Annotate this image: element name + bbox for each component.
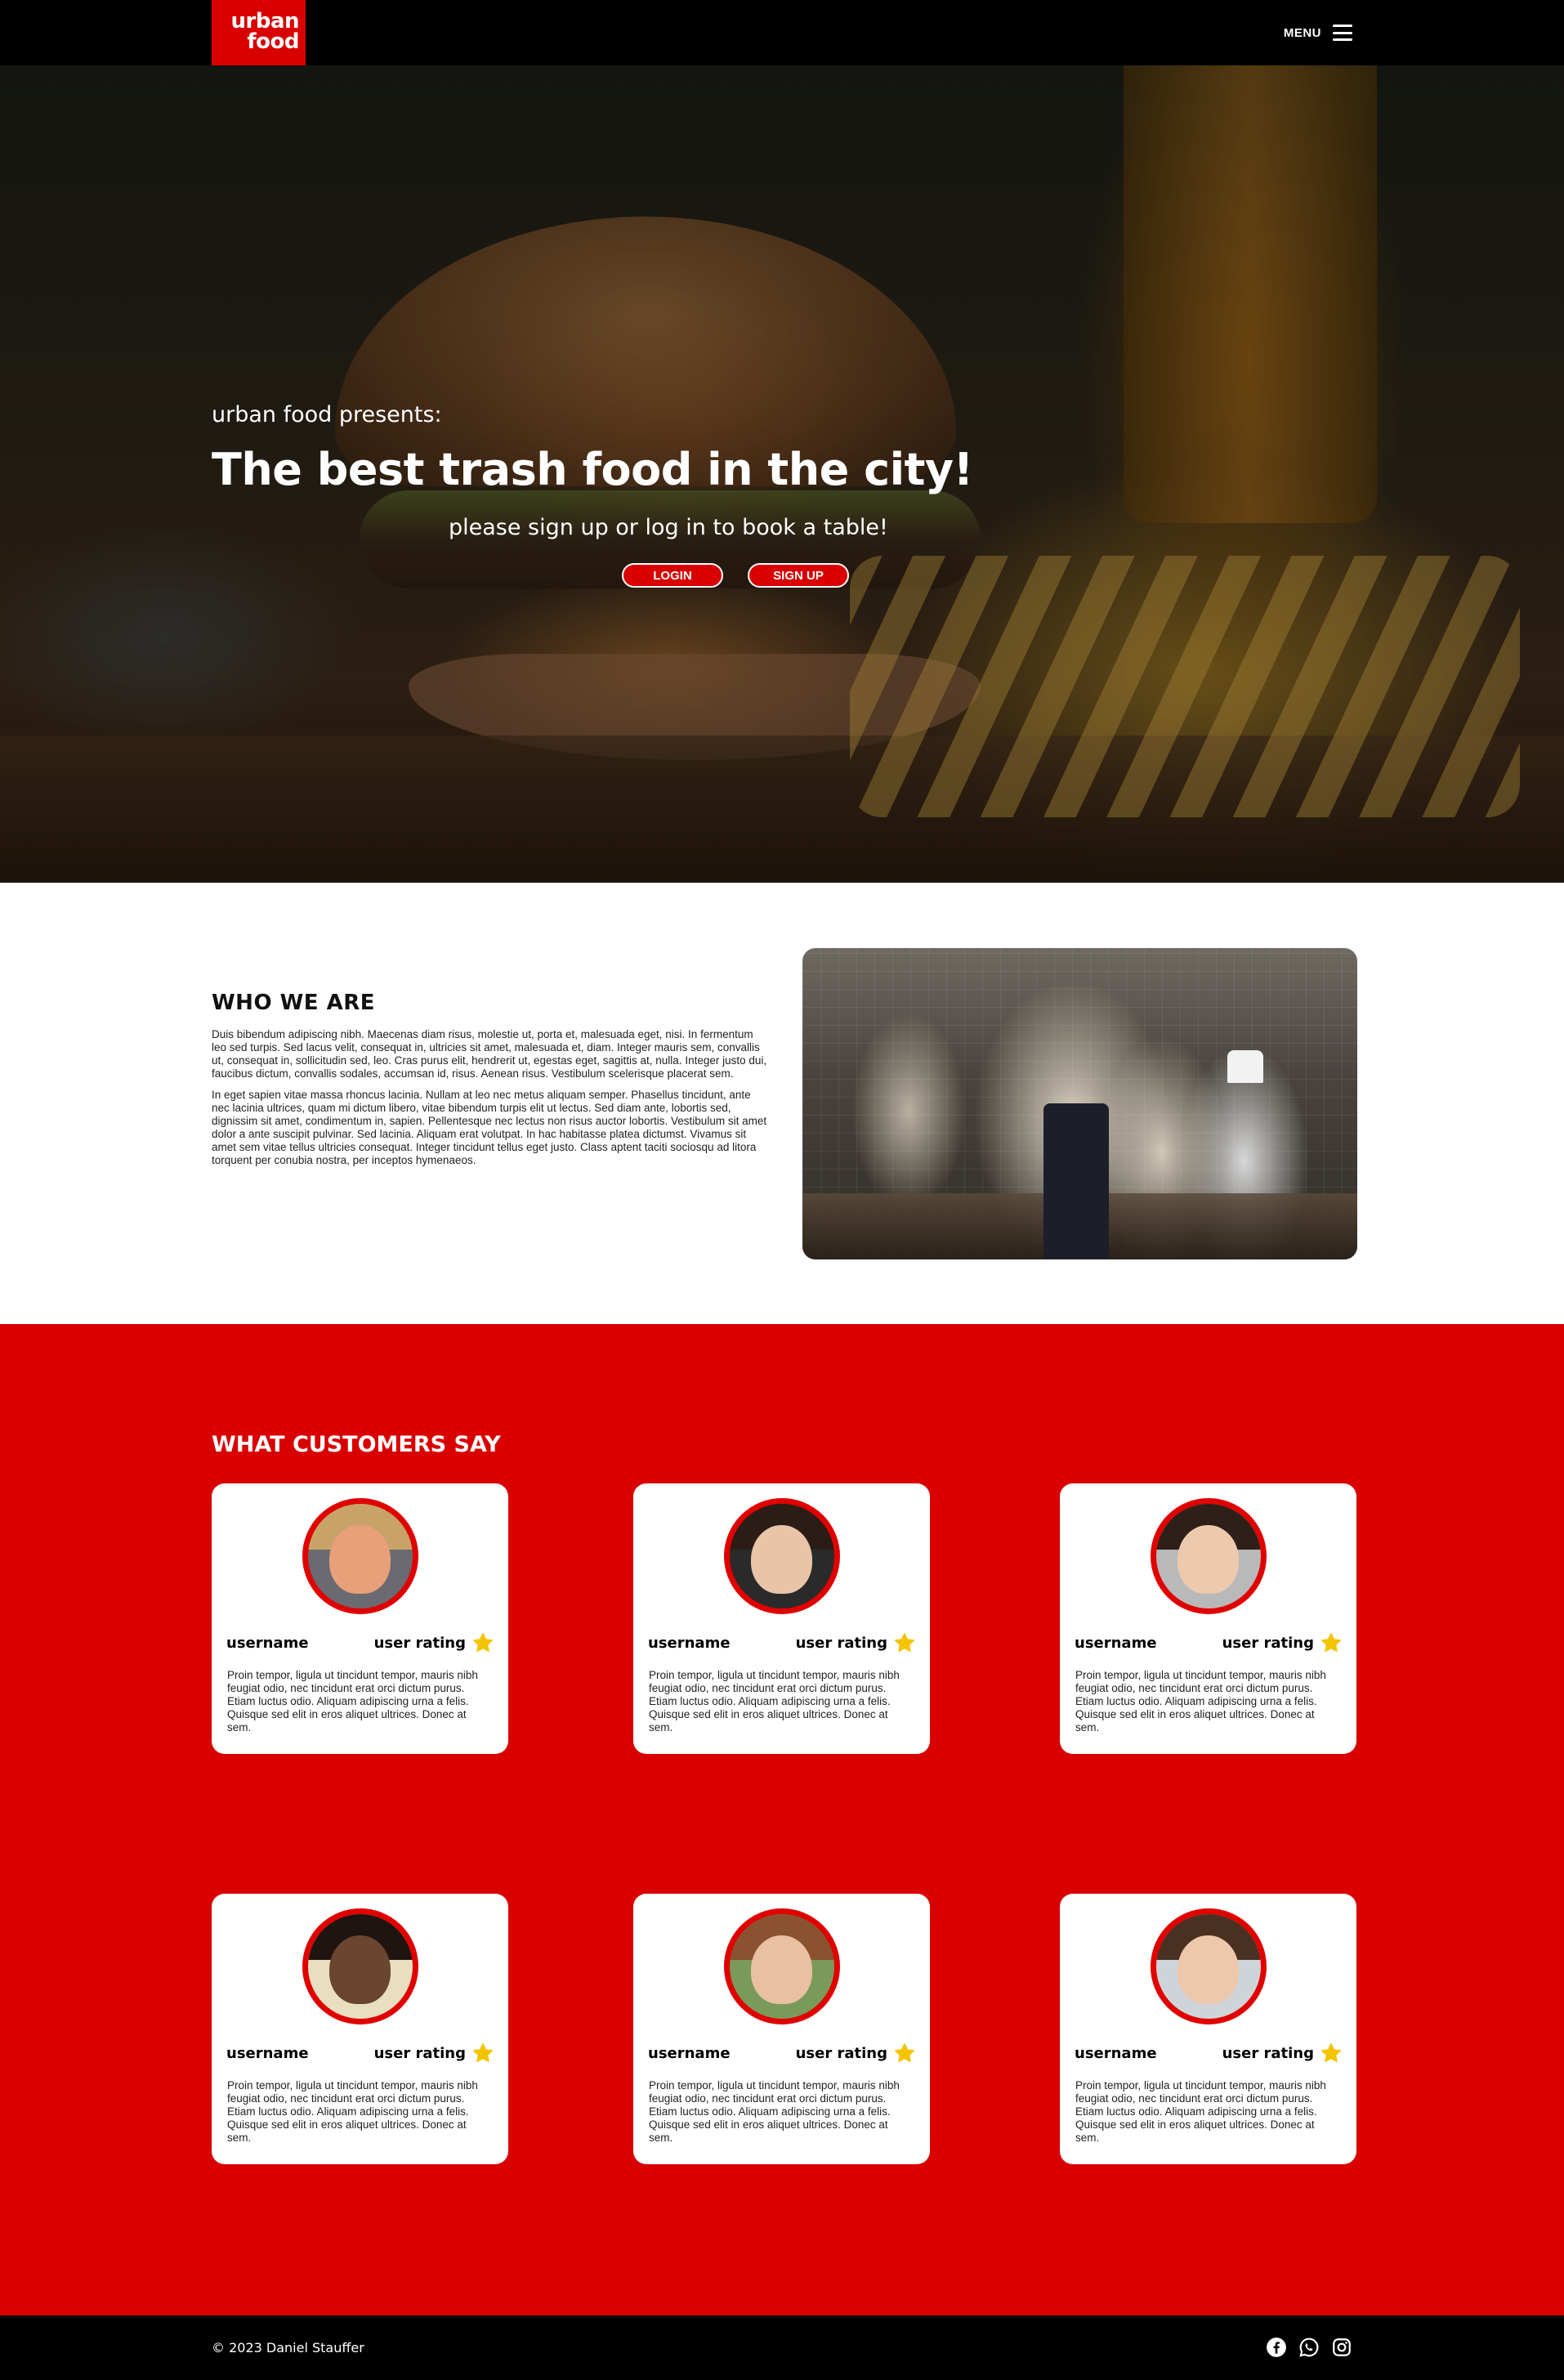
review-rating: user rating [1222,2042,1342,2064]
review-rating-label: user rating [1222,2044,1314,2062]
hero-section: urban food presents: The best trash food… [0,65,1564,883]
who-we-are-title: WHO WE ARE [212,991,375,1015]
hero-buttons: LOGIN SIGN UP [622,563,849,588]
hero-subtitle: urban food presents: [212,402,442,427]
avatar [723,1498,840,1614]
review-card: username user rating Proin tempor, ligula … [1060,1894,1356,2164]
menu-button[interactable]: MENU [1284,20,1352,46]
avatar [302,1498,418,1614]
review-username: username [1075,2044,1157,2062]
login-button[interactable]: LOGIN [622,563,723,588]
review-username: username [226,1634,309,1652]
review-text: Proin tempor, ligula ut tincidunt tempor… [227,1669,478,1734]
review-rating: user rating [374,1632,494,1653]
review-card: username user rating Proin tempor, ligula … [1060,1483,1356,1754]
review-meta: username user rating [1075,2042,1342,2064]
kitchen-team-image [802,948,1357,1259]
review-text: Proin tempor, ligula ut tincidunt tempor… [227,2079,478,2144]
review-username: username [648,2044,731,2062]
review-rating: user rating [374,2042,494,2064]
logo-line-2: food [247,29,299,54]
review-text: Proin tempor, ligula ut tincidunt tempor… [649,1669,900,1734]
instagram-icon[interactable] [1331,2337,1352,2358]
review-meta: username user rating [648,1632,915,1653]
who-we-are-paragraph-2: In eget sapien vitae massa rhoncus lacin… [212,1089,767,1166]
review-username: username [226,2044,309,2062]
review-text: Proin tempor, ligula ut tincidunt tempor… [649,2079,900,2144]
avatar [1150,1498,1267,1614]
star-icon [473,1633,493,1652]
review-text: Proin tempor, ligula ut tincidunt tempor… [1075,1669,1326,1734]
review-text: Proin tempor, ligula ut tincidunt tempor… [1075,2079,1326,2144]
review-rating: user rating [796,1632,915,1653]
who-we-are-section: WHO WE ARE Duis bibendum adipiscing nibh… [0,883,1564,1324]
review-card: username user rating Proin tempor, ligula … [212,1894,508,2164]
review-rating-label: user rating [795,1634,887,1652]
top-navbar: urban food MENU [0,0,1564,65]
customers-section: WHAT CUSTOMERS SAY username user rating Pr… [0,1324,1564,2315]
star-icon [473,2043,493,2062]
review-rating-label: user rating [795,2044,887,2062]
review-meta: username user rating [226,1632,494,1653]
review-meta: username user rating [226,2042,494,2064]
review-rating: user rating [796,2042,915,2064]
review-rating: user rating [1222,1632,1342,1653]
star-icon [1321,2043,1341,2062]
customers-title: WHAT CUSTOMERS SAY [212,1432,501,1457]
footer: © 2023 Daniel Stauffer [0,2315,1564,2380]
hero-text: urban food presents: The best trash food… [212,402,1356,495]
review-username: username [648,1634,731,1652]
who-we-are-paragraph-1: Duis bibendum adipiscing nibh. Maecenas … [212,1028,767,1080]
hamburger-icon[interactable] [1333,25,1352,41]
avatar [1150,1908,1267,2024]
copyright: © 2023 Daniel Stauffer [212,2340,364,2355]
menu-label: MENU [1283,25,1321,40]
review-rating-label: user rating [373,1634,466,1652]
whatsapp-icon[interactable] [1298,2337,1320,2358]
star-icon [895,2043,914,2062]
review-meta: username user rating [1075,1632,1342,1653]
review-rating-label: user rating [1222,1634,1314,1652]
review-username: username [1075,1634,1157,1652]
hero-title: The best trash food in the city! [212,444,973,495]
avatar [302,1908,418,2024]
star-icon [895,1633,914,1652]
signup-button[interactable]: SIGN UP [748,563,849,588]
social-links [1266,2337,1352,2358]
star-icon [1321,1633,1341,1652]
facebook-icon[interactable] [1266,2337,1287,2358]
logo[interactable]: urban food [212,0,306,65]
review-meta: username user rating [648,2042,915,2064]
review-card: username user rating Proin tempor, ligula … [633,1894,930,2164]
hero-cta-text: please sign up or log in to book a table… [449,515,888,540]
who-we-are-text: WHO WE ARE Duis bibendum adipiscing nibh… [212,991,767,1167]
avatar [723,1908,840,2024]
review-card: username user rating Proin tempor, ligula … [633,1483,930,1754]
review-card: username user rating Proin tempor, ligula … [212,1483,508,1754]
review-rating-label: user rating [373,2044,466,2062]
